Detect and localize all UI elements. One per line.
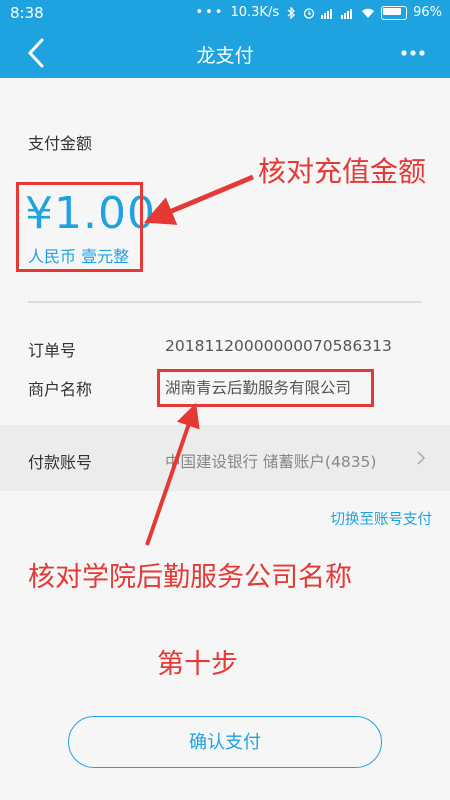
annotation-check-merchant: 核对学院后勤服务公司名称 bbox=[28, 562, 352, 593]
alarm-icon bbox=[303, 7, 315, 19]
dots-icon: ••• bbox=[195, 5, 225, 20]
payment-account-value: 中国建设银行 储蓄账户(4835) bbox=[165, 453, 377, 471]
order-number-label: 订单号 bbox=[28, 341, 77, 360]
payment-account-row[interactable]: 付款账号 中国建设银行 储蓄账户(4835) bbox=[0, 425, 450, 491]
page-title: 龙支付 bbox=[196, 45, 254, 67]
chevron-right-icon bbox=[417, 451, 426, 465]
annotation-check-amount: 核对充值金额 bbox=[258, 155, 427, 188]
navigation-bar: 龙支付 bbox=[0, 28, 450, 78]
switch-to-account-payment-link[interactable]: 切换至账号支付 bbox=[331, 508, 433, 529]
divider bbox=[28, 301, 422, 303]
battery-percent: 96% bbox=[413, 5, 442, 20]
status-bar: 8:38 ••• 10.3K/s 96% bbox=[0, 0, 450, 28]
more-options-icon[interactable] bbox=[398, 38, 428, 68]
merchant-highlight-box bbox=[157, 369, 374, 407]
confirm-payment-button[interactable]: 确认支付 bbox=[68, 716, 382, 768]
payment-account-label: 付款账号 bbox=[28, 453, 93, 472]
amount-highlight-box bbox=[16, 182, 143, 272]
signal-icon-2 bbox=[341, 8, 353, 19]
order-number-value: 20181120000000070586313 bbox=[165, 337, 392, 355]
bluetooth-icon bbox=[287, 6, 296, 19]
network-speed: 10.3K/s bbox=[230, 5, 280, 20]
amount-label: 支付金额 bbox=[28, 134, 93, 153]
wifi-icon bbox=[362, 8, 375, 18]
status-time: 8:38 bbox=[10, 4, 44, 22]
signal-icon bbox=[321, 8, 333, 19]
annotation-step: 第十步 bbox=[157, 649, 238, 680]
battery-icon bbox=[381, 5, 408, 20]
status-icons: ••• 10.3K/s 96% bbox=[195, 5, 442, 20]
merchant-name-label: 商户名称 bbox=[28, 380, 93, 399]
